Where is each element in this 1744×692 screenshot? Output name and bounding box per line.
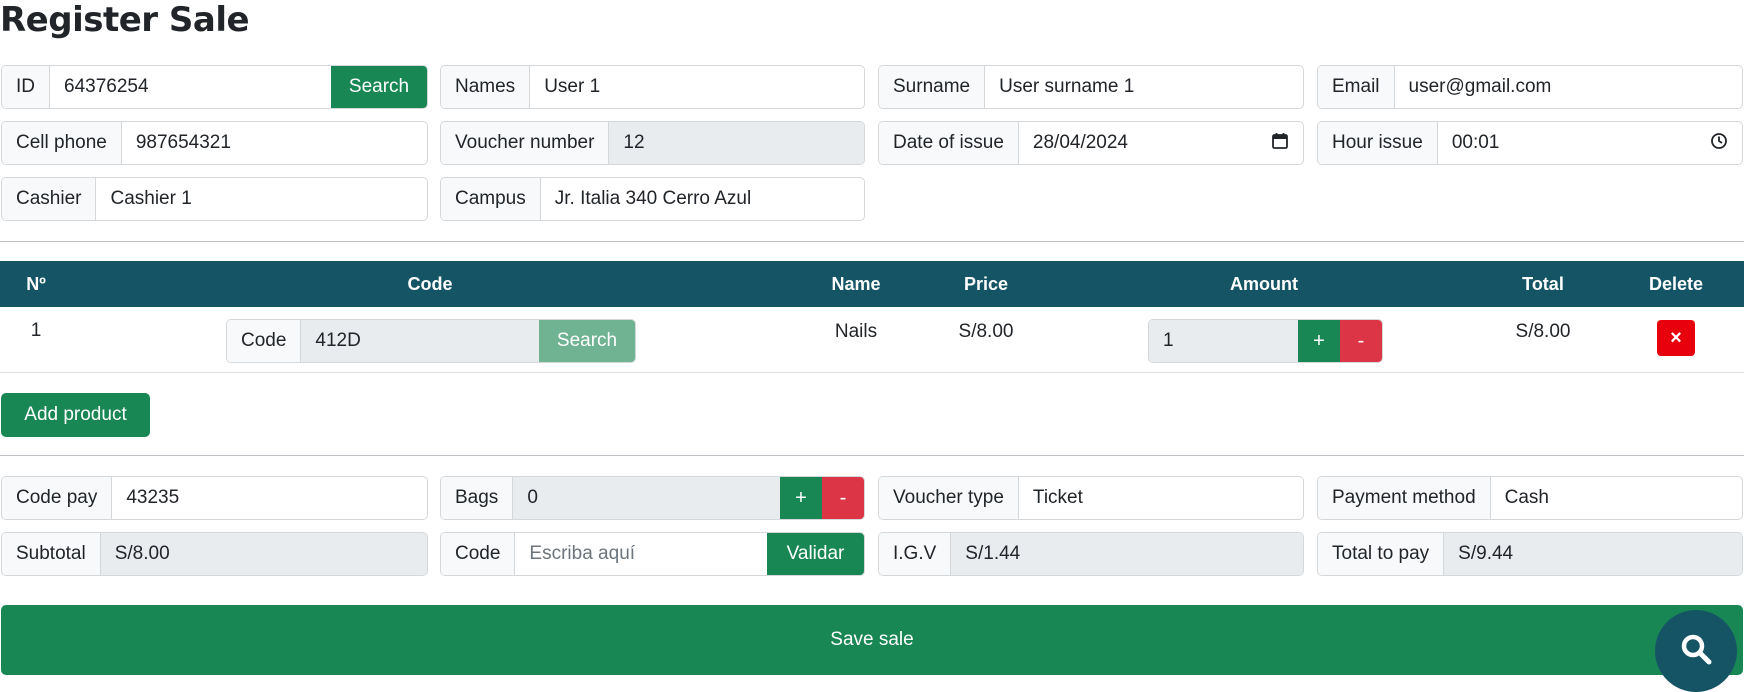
names-label: Names [441,66,531,108]
hour-issue-input[interactable]: 00:01 [1438,122,1742,164]
row-delete-button[interactable]: × [1657,320,1695,356]
email-label: Email [1318,66,1395,108]
header-no: Nº [26,274,46,294]
subtotal-value: S/8.00 [100,533,427,575]
subtotal-label: Subtotal [2,533,101,575]
voucher-number-label: Voucher number [441,122,610,164]
cell-phone-input-group: Cell phone 987654321 [1,121,428,165]
row-name: Nails [834,321,878,342]
hour-issue-label: Hour issue [1318,122,1438,164]
total-to-pay-label: Total to pay [1318,533,1445,575]
header-code: Code [407,274,453,294]
row-divider [0,372,1744,373]
cashier-input-group: Cashier Cashier 1 [1,177,428,221]
payment-method-input-group: Payment method Cash [1317,476,1743,520]
total-to-pay-value: S/9.44 [1444,533,1742,575]
email-input-group: Email user@gmail.com [1317,65,1743,109]
row-price: S/8.00 [958,321,1014,342]
date-of-issue-label: Date of issue [879,122,1019,164]
row-amount-input-group: 1 + - [1148,319,1383,363]
voucher-type-input-group: Voucher type Ticket [878,476,1304,520]
id-input[interactable]: 64376254 [50,66,331,108]
hour-value: 00:01 [1451,132,1500,153]
cashier-input[interactable]: Cashier 1 [96,178,427,220]
date-of-issue-input[interactable]: 28/04/2024 [1019,122,1303,164]
voucher-type-label: Voucher type [879,477,1019,519]
row-code-input[interactable]: 412D [301,320,539,362]
bags-minus-button[interactable]: - [822,477,864,519]
surname-input-group: Surname User surname 1 [878,65,1304,109]
code-pay-label: Code pay [2,477,113,519]
voucher-number-input-group: Voucher number 12 [440,121,865,165]
save-sale-button[interactable]: Save sale [1,605,1743,675]
code-pay-input-group: Code pay 43235 [1,476,428,520]
names-input[interactable]: User 1 [530,66,864,108]
validate-button[interactable]: Validar [767,533,864,575]
id-input-group: ID 64376254 Search [1,65,428,109]
row-code-search-button[interactable]: Search [539,320,635,362]
discount-code-input-group: Code Escriba aquí Validar [440,532,865,576]
id-search-button[interactable]: Search [331,66,427,108]
total-to-pay-input-group: Total to pay S/9.44 [1317,532,1743,576]
campus-input[interactable]: Jr. Italia 340 Cerro Azul [541,178,864,220]
search-fab-button[interactable] [1655,610,1737,692]
row-code-input-group: Code 412D Search [226,319,636,363]
id-label: ID [2,66,50,108]
bags-label: Bags [441,477,514,519]
igv-value: S/1.44 [951,533,1303,575]
bags-plus-button[interactable]: + [780,477,822,519]
cell-phone-label: Cell phone [2,122,122,164]
add-product-button[interactable]: Add product [1,393,150,437]
email-input[interactable]: user@gmail.com [1395,66,1742,108]
row-no: 1 [30,320,42,341]
row-total: S/8.00 [1515,321,1571,342]
calendar-icon[interactable] [1271,132,1289,155]
header-amount: Amount [1230,274,1298,294]
clock-icon[interactable] [1710,132,1728,155]
search-icon [1679,632,1713,671]
subtotal-input-group: Subtotal S/8.00 [1,532,428,576]
cashier-label: Cashier [2,178,97,220]
payment-method-label: Payment method [1318,477,1491,519]
divider [0,455,1744,456]
names-input-group: Names User 1 [440,65,865,109]
page-title: Register Sale [0,0,250,40]
cell-phone-input[interactable]: 987654321 [122,122,427,164]
row-amount-input[interactable]: 1 [1149,320,1298,362]
close-icon: × [1670,326,1682,349]
header-name: Name [831,274,881,294]
row-amount-plus-button[interactable]: + [1298,320,1340,362]
payment-method-select[interactable]: Cash [1491,477,1742,519]
date-of-issue-input-group: Date of issue 28/04/2024 [878,121,1304,165]
igv-input-group: I.G.V S/1.44 [878,532,1304,576]
bags-input[interactable]: 0 [513,477,780,519]
header-total: Total [1522,274,1564,294]
igv-label: I.G.V [879,533,952,575]
voucher-type-select[interactable]: Ticket [1019,477,1303,519]
discount-code-label: Code [441,533,516,575]
surname-label: Surname [879,66,986,108]
discount-code-input[interactable]: Escriba aquí [515,533,767,575]
bags-input-group: Bags 0 + - [440,476,865,520]
voucher-number-input: 12 [609,122,864,164]
row-code-label: Code [227,320,302,362]
date-value: 28/04/2024 [1032,132,1128,153]
header-delete: Delete [1648,274,1704,294]
surname-input[interactable]: User surname 1 [985,66,1303,108]
row-amount-minus-button[interactable]: - [1340,320,1382,362]
products-table-header: Nº Code Name Price Amount Total Delete [0,261,1744,307]
code-pay-input[interactable]: 43235 [112,477,427,519]
divider [0,241,1744,242]
campus-input-group: Campus Jr. Italia 340 Cerro Azul [440,177,865,221]
campus-label: Campus [441,178,541,220]
hour-issue-input-group: Hour issue 00:01 [1317,121,1743,165]
header-price: Price [963,274,1009,294]
